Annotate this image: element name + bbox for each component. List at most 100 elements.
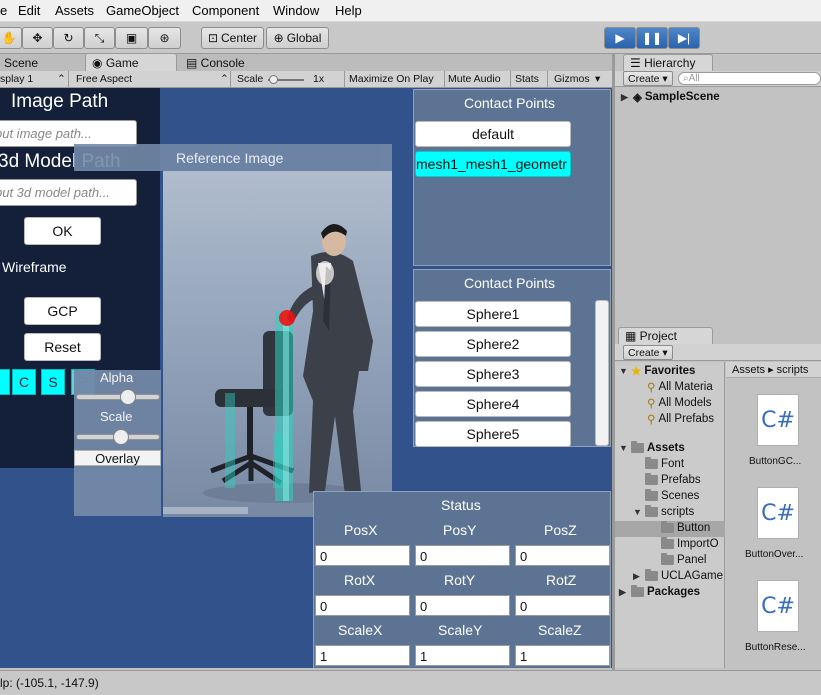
scale-tool-button[interactable]: ⤡ bbox=[84, 27, 115, 49]
aspect-dropdown[interactable]: Free Aspect bbox=[76, 73, 132, 85]
rotate-tool-button[interactable]: ↻ bbox=[53, 27, 84, 49]
folder-item[interactable]: ▶ UCLAGame bbox=[633, 569, 723, 582]
transform-tool-button[interactable]: ⊛ bbox=[148, 27, 181, 49]
alpha-slider-track[interactable] bbox=[76, 394, 160, 400]
scale-slider-knob[interactable] bbox=[269, 75, 278, 84]
gizmos-toggle[interactable]: Gizmos bbox=[554, 73, 590, 85]
folder-icon bbox=[661, 553, 674, 565]
maximize-on-play-toggle[interactable]: Maximize On Play bbox=[349, 73, 434, 85]
folder-item[interactable]: Panel bbox=[661, 553, 706, 566]
mute-audio-toggle[interactable]: Mute Audio bbox=[448, 73, 501, 85]
pivot-center-button[interactable]: ⊡ Center bbox=[201, 27, 264, 49]
breadcrumb-assets[interactable]: Assets bbox=[732, 364, 765, 376]
posy-label: PosY bbox=[443, 522, 477, 538]
display-dropdown[interactable]: splay 1 bbox=[0, 73, 33, 85]
scalex-label: ScaleX bbox=[338, 622, 383, 638]
space-global-button[interactable]: ⊕ Global bbox=[266, 27, 329, 49]
hierarchy-icon: ☰ bbox=[630, 56, 645, 70]
sphere-item[interactable]: Sphere4 bbox=[415, 391, 571, 417]
menu-window[interactable]: Window bbox=[273, 3, 319, 18]
folder-item[interactable]: Font bbox=[645, 457, 684, 470]
sphere-item[interactable]: Sphere2 bbox=[415, 331, 571, 357]
folder-item-scripts[interactable]: ▼ scripts bbox=[633, 505, 694, 518]
stats-toggle[interactable]: Stats bbox=[515, 73, 539, 85]
rotate-icon: ↻ bbox=[63, 31, 74, 45]
folder-item[interactable]: ImportO bbox=[661, 537, 719, 550]
expand-arrow-icon: ▼ bbox=[633, 507, 642, 517]
tab-console[interactable]: ▤ Console bbox=[180, 54, 270, 72]
hierarchy-create-button[interactable]: Create ▾ bbox=[623, 71, 673, 86]
move-tool-button[interactable]: ✥ bbox=[22, 27, 53, 49]
scene-item[interactable]: ▶ ◈ SampleScene bbox=[621, 90, 720, 104]
packages-item[interactable]: ▶ Packages bbox=[619, 585, 700, 598]
menu-help[interactable]: Help bbox=[335, 3, 362, 18]
rotx-field[interactable]: 0 bbox=[315, 595, 410, 616]
image-path-input[interactable]: put image path... bbox=[0, 120, 137, 147]
model-path-input[interactable]: put 3d model path... bbox=[0, 179, 137, 206]
folder-icon bbox=[645, 505, 658, 517]
menu-assets[interactable]: Assets bbox=[55, 3, 94, 18]
play-button[interactable]: ▶ bbox=[604, 27, 636, 49]
roty-field[interactable]: 0 bbox=[415, 595, 510, 616]
tab-scene[interactable]: Scene bbox=[0, 54, 78, 72]
contact-item-mesh[interactable]: mesh1_mesh1_geometr bbox=[415, 151, 571, 177]
gcp-button[interactable]: GCP bbox=[24, 297, 101, 325]
favorites-item[interactable]: ▼ ★ Favorites bbox=[619, 364, 695, 378]
step-button[interactable]: ▶| bbox=[668, 27, 700, 49]
hand-tool-button[interactable]: ✋ bbox=[0, 27, 22, 49]
rect-tool-button[interactable]: ▣ bbox=[115, 27, 148, 49]
favorite-item[interactable]: ⚲ All Prefabs bbox=[647, 412, 714, 426]
reset-button[interactable]: Reset bbox=[24, 333, 101, 361]
ok-button[interactable]: OK bbox=[24, 217, 101, 245]
folder-icon bbox=[631, 585, 644, 597]
sphere-item[interactable]: Sphere3 bbox=[415, 361, 571, 387]
folder-item-button[interactable]: Button bbox=[661, 521, 710, 534]
expand-arrow-icon[interactable]: ▶ bbox=[621, 92, 630, 103]
sphere-item[interactable]: Sphere5 bbox=[415, 421, 571, 447]
menu-file[interactable]: e bbox=[0, 3, 7, 18]
color-button-blank[interactable] bbox=[0, 369, 10, 395]
favorite-item[interactable]: ⚲ All Materia bbox=[647, 380, 713, 394]
scale-slider-knob[interactable] bbox=[113, 429, 130, 445]
project-create-button[interactable]: Create ▾ bbox=[623, 345, 673, 360]
posx-field[interactable]: 0 bbox=[315, 545, 410, 566]
divider bbox=[547, 71, 548, 88]
rotz-label: RotZ bbox=[546, 572, 577, 588]
tab-project[interactable]: ▦ Project bbox=[618, 327, 713, 344]
space-label: Global bbox=[286, 31, 322, 45]
expand-arrow-icon: ▼ bbox=[619, 443, 628, 453]
favorite-item[interactable]: ⚲ All Models bbox=[647, 396, 712, 410]
pause-button[interactable]: ❚❚ bbox=[636, 27, 668, 49]
assets-item[interactable]: ▼ Assets bbox=[619, 441, 685, 454]
breadcrumb-scripts[interactable]: scripts bbox=[777, 364, 809, 376]
csharp-file-icon[interactable]: C# bbox=[757, 394, 799, 446]
menu-edit[interactable]: Edit bbox=[18, 3, 40, 18]
scalez-field[interactable]: 1 bbox=[515, 645, 610, 666]
posy-field[interactable]: 0 bbox=[415, 545, 510, 566]
menu-gameobject[interactable]: GameObject bbox=[106, 3, 179, 18]
tab-game[interactable]: ◉ Game bbox=[85, 53, 177, 71]
posz-field[interactable]: 0 bbox=[515, 545, 610, 566]
status-text: lp: (-105.1, -147.9) bbox=[0, 676, 99, 690]
rotz-field[interactable]: 0 bbox=[515, 595, 610, 616]
scalex-field[interactable]: 1 bbox=[315, 645, 410, 666]
c-button[interactable]: C bbox=[12, 369, 36, 395]
contact-item-default[interactable]: default bbox=[415, 121, 571, 147]
s-button[interactable]: S bbox=[41, 369, 65, 395]
folder-item[interactable]: Prefabs bbox=[645, 473, 701, 486]
scale-label: Scale bbox=[100, 409, 133, 424]
contact-points-scrollbar[interactable] bbox=[595, 300, 609, 446]
alpha-slider-knob[interactable] bbox=[120, 389, 137, 405]
overlay-button[interactable]: Overlay bbox=[74, 450, 161, 466]
sphere-item[interactable]: Sphere1 bbox=[415, 301, 571, 327]
tab-hierarchy[interactable]: ☰ Hierarchy bbox=[623, 54, 713, 71]
csharp-file-icon[interactable]: C# bbox=[757, 487, 799, 539]
status-bar: lp: (-105.1, -147.9) bbox=[0, 670, 821, 695]
menu-component[interactable]: Component bbox=[192, 3, 259, 18]
scaley-field[interactable]: 1 bbox=[415, 645, 510, 666]
toolbar: ✋ ✥ ↻ ⤡ ▣ ⊛ ⊡ Center ⊕ Global ▶ ❚❚ ▶| bbox=[0, 22, 821, 54]
hierarchy-search-input[interactable]: ⌕All bbox=[678, 72, 821, 85]
folder-item[interactable]: Scenes bbox=[645, 489, 699, 502]
csharp-file-icon[interactable]: C# bbox=[757, 580, 799, 632]
scale-label: Scale bbox=[237, 73, 264, 85]
